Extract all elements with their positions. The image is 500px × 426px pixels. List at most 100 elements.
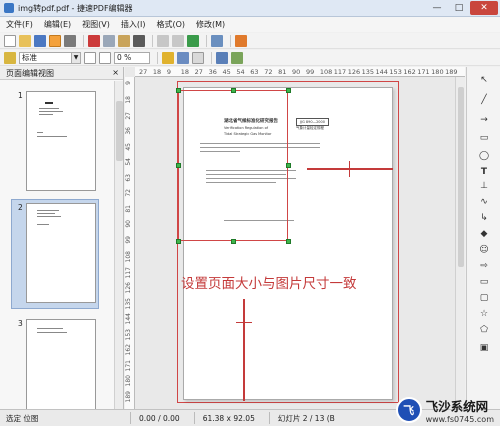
diamond-icon[interactable]: ◆ <box>477 227 491 241</box>
minimize-button[interactable]: — <box>426 1 448 15</box>
ruler-tick-label: 153 <box>389 68 402 76</box>
refresh-icon[interactable] <box>187 34 199 47</box>
align-icon[interactable] <box>216 51 228 64</box>
cut-icon[interactable] <box>88 34 100 47</box>
size-readout: 61.38 x 92.05 <box>202 413 255 423</box>
style-select[interactable]: 标准 ▼ <box>19 51 81 64</box>
redo-icon[interactable] <box>172 34 184 47</box>
ruler-tick-label: 45 <box>125 142 132 151</box>
ruler-tick-label: 90 <box>125 220 132 228</box>
open-folder-icon[interactable] <box>19 34 31 47</box>
scrollbar-thumb[interactable] <box>458 87 464 267</box>
resize-handle[interactable] <box>231 88 236 93</box>
ruler-tick-label: 180 <box>125 375 132 387</box>
style-icon[interactable] <box>4 51 16 64</box>
line-tool-icon[interactable]: ╱ <box>477 93 491 107</box>
pointer-icon[interactable]: ↖ <box>477 73 491 87</box>
menu-insert[interactable]: 插入(I) <box>121 19 146 30</box>
page-thumbnail-1[interactable] <box>26 91 96 191</box>
line-style-icon[interactable] <box>84 51 96 64</box>
maximize-button[interactable]: □ <box>448 1 470 15</box>
distribute-icon[interactable] <box>231 51 243 64</box>
vertical-text-icon[interactable]: ⊥ <box>477 179 491 193</box>
undo-icon[interactable] <box>157 34 169 47</box>
image-tool-icon[interactable]: ▣ <box>477 341 491 355</box>
thumb-line <box>37 136 67 137</box>
page-number: 3 <box>18 319 23 328</box>
horizontal-arrow <box>307 168 393 170</box>
page-thumbnail-2[interactable] <box>26 203 96 303</box>
thumb-line <box>37 328 63 329</box>
ruler-tick-label: 189 <box>445 68 458 76</box>
status-separator <box>193 412 195 424</box>
resize-handle[interactable] <box>176 88 181 93</box>
slide-indicator: 幻灯片 2 / 13 (B <box>277 413 335 423</box>
menu-view[interactable]: 视图(V) <box>82 19 110 30</box>
flowchart-icon[interactable]: ▭ <box>477 275 491 289</box>
ruler-tick-label: 117 <box>333 68 347 76</box>
arrange-icon[interactable] <box>177 51 189 64</box>
star-icon[interactable]: ☆ <box>477 307 491 321</box>
clone-format-icon[interactable] <box>133 34 145 47</box>
shadow-icon[interactable] <box>192 51 204 64</box>
resize-handle[interactable] <box>176 163 181 168</box>
ruler-tick-label: 189 <box>125 390 132 402</box>
connector-icon[interactable]: ↳ <box>477 211 491 225</box>
menu-edit[interactable]: 编辑(E) <box>44 19 71 30</box>
ruler-tick-label: 108 <box>319 68 333 76</box>
curve-icon[interactable]: ∿ <box>477 195 491 209</box>
resize-handle[interactable] <box>176 239 181 244</box>
rectangle-icon[interactable]: ▭ <box>477 131 491 145</box>
paste-icon[interactable] <box>118 34 130 47</box>
close-button[interactable]: ✕ <box>470 1 498 15</box>
insert-image-icon[interactable] <box>235 34 247 47</box>
resize-handle[interactable] <box>231 239 236 244</box>
panel-header: 页面编辑视图 × <box>0 67 123 80</box>
zoom-icon[interactable] <box>211 34 223 47</box>
menu-modify[interactable]: 修改(M) <box>196 19 225 30</box>
page-thumbnails-panel: 页面编辑视图 × 1 2 3 <box>0 67 124 409</box>
save-icon[interactable] <box>34 34 46 47</box>
fill-bucket-icon[interactable] <box>162 51 174 64</box>
page-thumbnail-3[interactable] <box>26 319 96 409</box>
panel-close-icon[interactable]: × <box>112 68 119 77</box>
resize-handle[interactable] <box>286 163 291 168</box>
ruler-tick-label: 18 <box>152 68 162 76</box>
arrow-tick <box>349 161 350 177</box>
ruler-tick-label: 144 <box>125 313 132 325</box>
thumbnail-scrollbar[interactable] <box>114 81 123 409</box>
ruler-tick-label: 27 <box>194 68 203 76</box>
ruler-tick-label: 54 <box>125 158 132 167</box>
new-document-icon[interactable] <box>4 34 16 47</box>
ruler-tick-label: 81 <box>278 68 287 76</box>
arrow-line-icon[interactable]: → <box>477 113 491 127</box>
resize-handle[interactable] <box>286 239 291 244</box>
toolbar-separator <box>206 34 207 47</box>
callout-icon[interactable]: ▢ <box>477 291 491 305</box>
drawing-tools-panel: ↖ ╱ → ▭ ◯ T ⊥ ∿ ↳ ◆ ☺ ⇨ ▭ ▢ ☆ ⬠ ▣ <box>466 67 500 409</box>
app-icon <box>4 3 14 13</box>
workspace-scrollbar[interactable] <box>455 77 465 409</box>
line-width-icon[interactable] <box>99 51 111 64</box>
resize-handle[interactable] <box>286 88 291 93</box>
symbol-shapes-icon[interactable]: ☺ <box>477 243 491 257</box>
menu-format[interactable]: 格式(O) <box>156 19 185 30</box>
print-icon[interactable] <box>64 34 76 47</box>
text-tool-icon[interactable]: T <box>477 165 491 179</box>
image-selection-box[interactable] <box>178 90 288 241</box>
scrollbar-thumb[interactable] <box>116 101 123 161</box>
thumb-line <box>39 111 63 112</box>
copy-icon[interactable] <box>103 34 115 47</box>
menu-file[interactable]: 文件(F) <box>6 19 33 30</box>
percent-field[interactable]: 0 % <box>114 51 150 64</box>
polygon-icon[interactable]: ⬠ <box>477 323 491 337</box>
document-workspace[interactable]: 27 18 9 18 27 36 45 54 63 72 81 90 99 108 117 126 135 144… <box>125 67 465 409</box>
ellipse-icon[interactable]: ◯ <box>477 149 491 163</box>
ruler-tick-label: 162 <box>403 68 416 76</box>
ruler-tick-label: 171 <box>125 359 132 372</box>
chevron-down-icon[interactable]: ▼ <box>71 52 80 63</box>
ruler-tick-label: 63 <box>125 173 132 182</box>
block-arrows-icon[interactable]: ⇨ <box>477 259 491 273</box>
ruler-tick-label: 180 <box>431 68 444 76</box>
edit-mode-icon[interactable] <box>49 34 61 47</box>
